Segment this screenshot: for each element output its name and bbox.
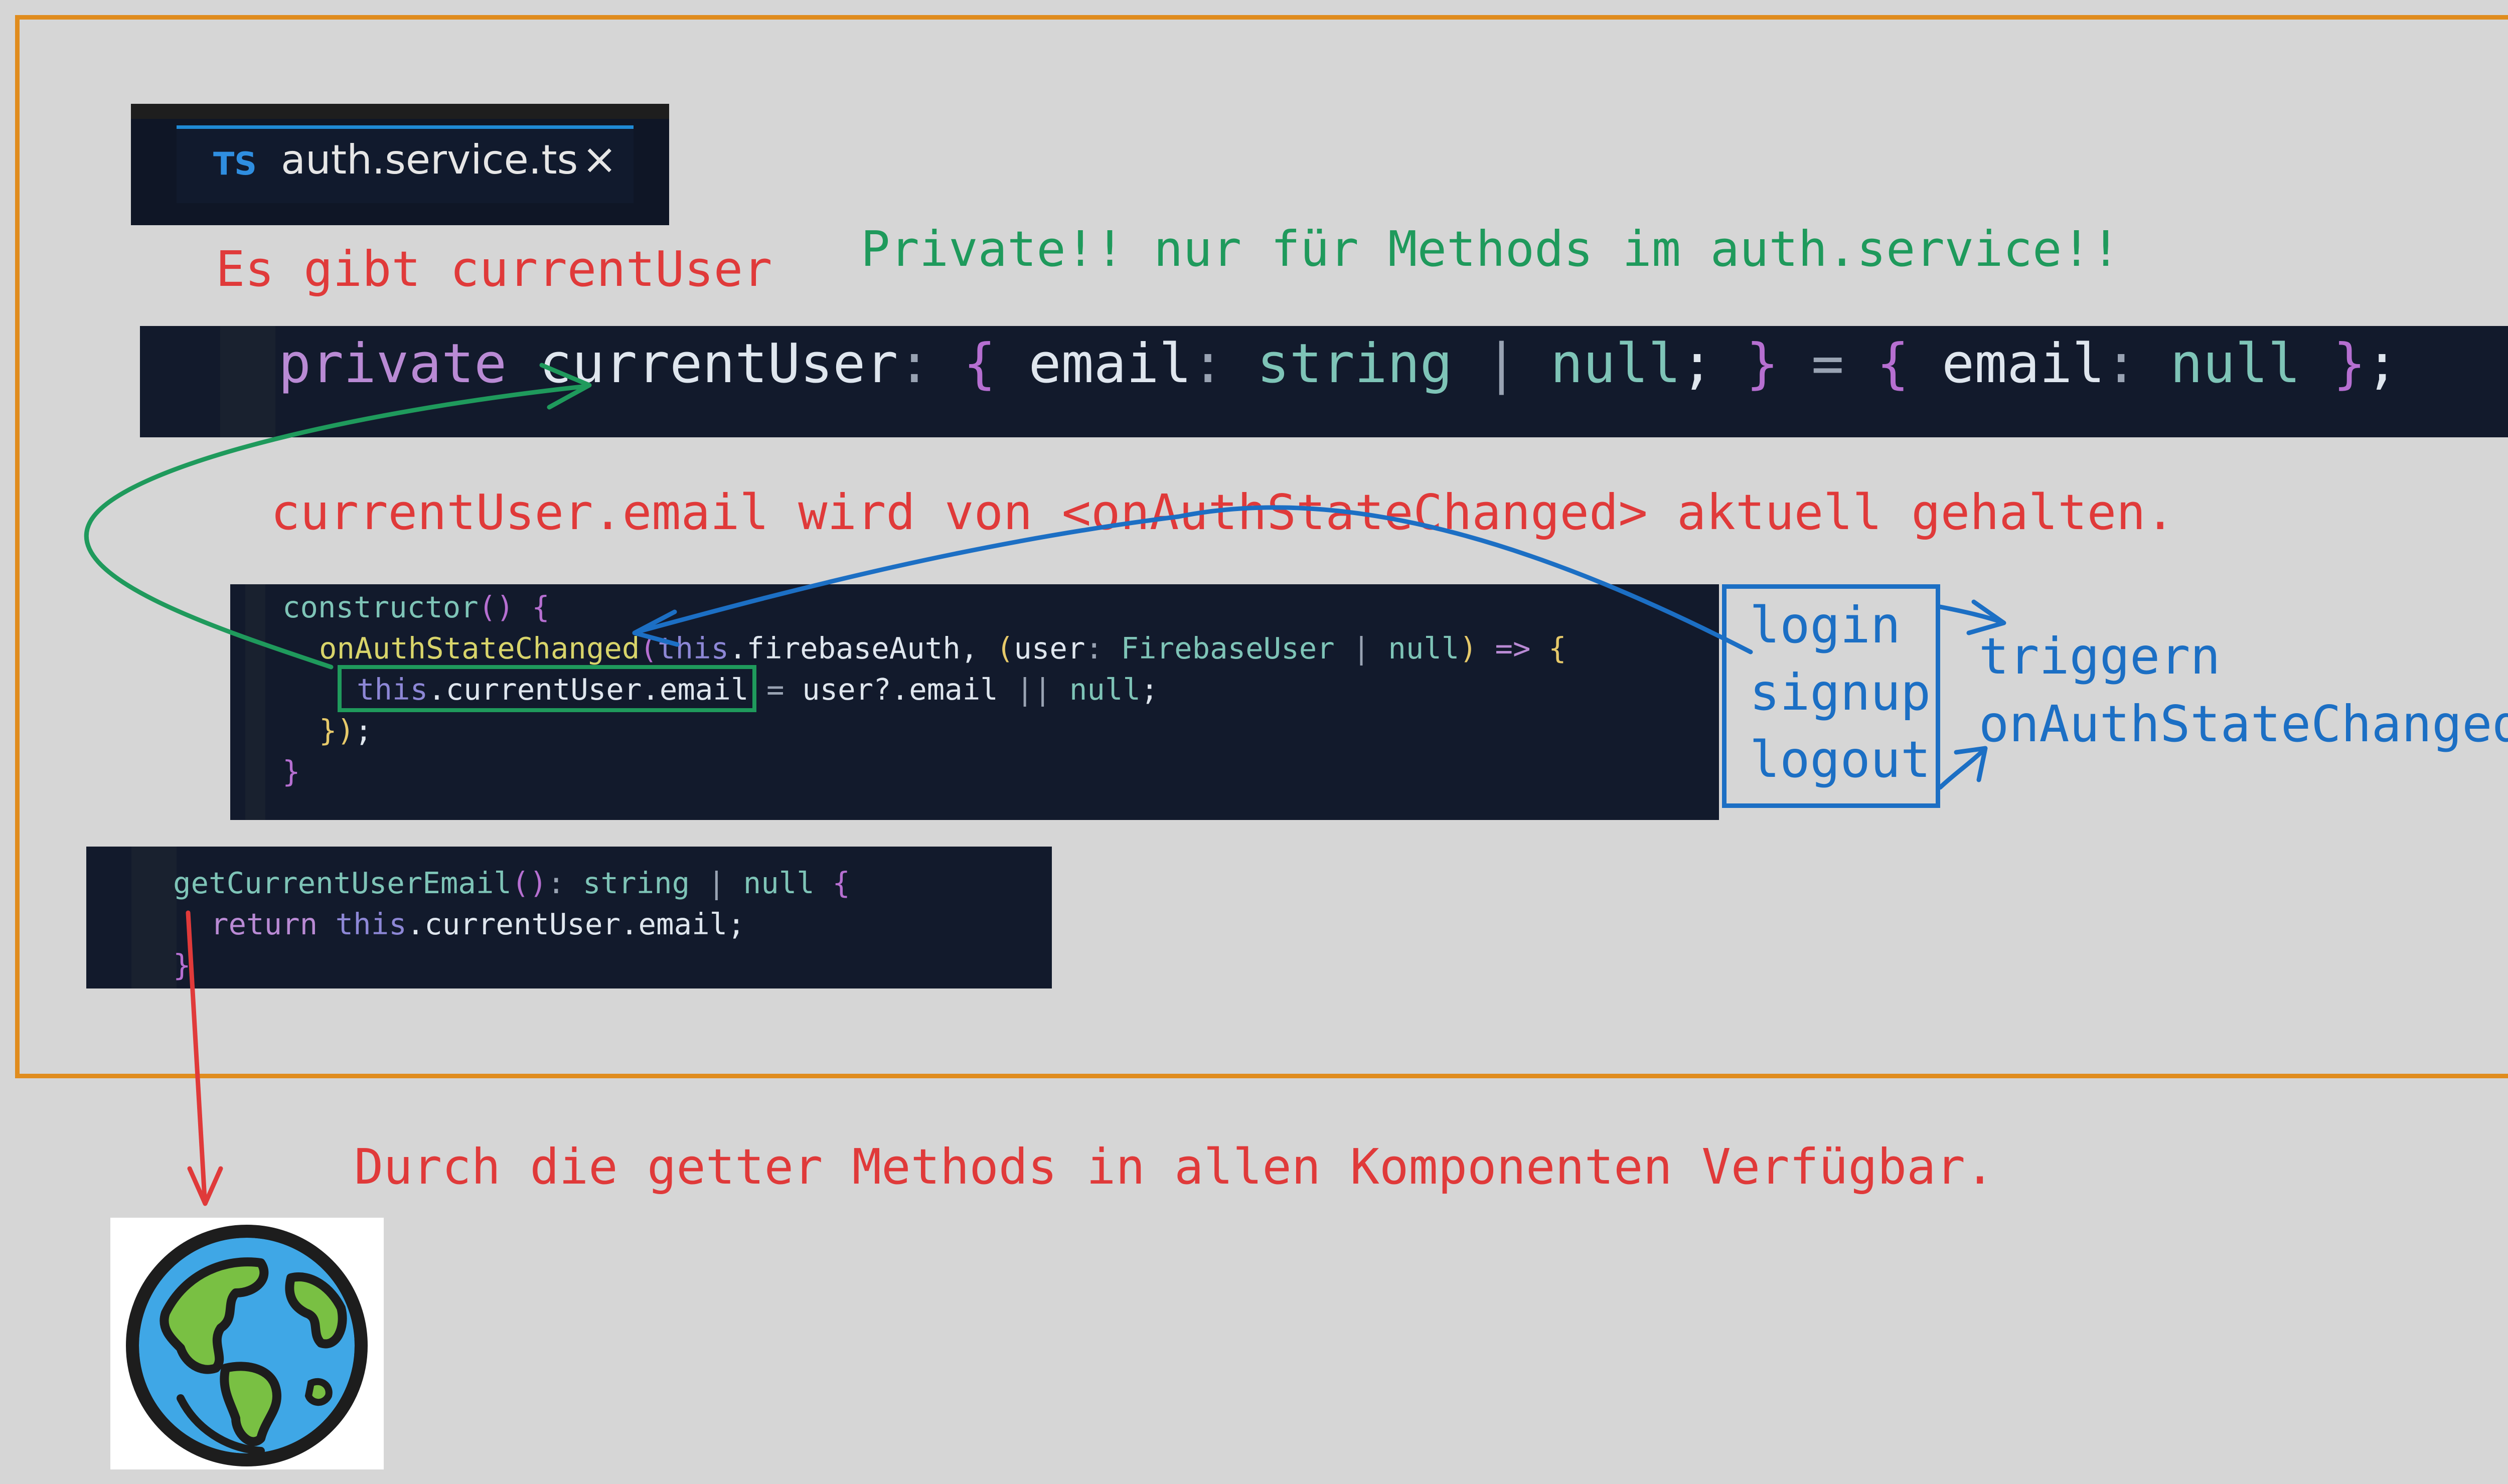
note-triggern: triggern [1979,627,2221,686]
code-token: } [173,948,191,982]
code-token: .currentUser.email; [406,907,745,941]
action-logout: logout [1750,730,1931,789]
typescript-icon: TS [213,145,257,182]
code-line-getter-close: } [173,945,191,986]
code-token: : [898,333,931,395]
email-assignment-highlight [338,665,756,712]
code-token: { [514,590,550,624]
code-token: string [583,866,690,900]
code-line-close-callback: }); [319,710,373,751]
code-token: ; [1680,333,1714,395]
code-token: FirebaseUser [1121,631,1335,666]
note-current-user: Es gibt currentUser [216,241,772,297]
action-login: login [1750,596,1901,654]
code-gutter [220,326,275,437]
code-token: null [1517,333,1681,395]
code-token: null [2137,333,2301,395]
code-token: : [547,866,583,900]
code-token: email [996,333,1192,395]
code-token: this [318,907,407,941]
code-token: | [1452,333,1518,395]
code-token: string [1224,333,1453,395]
code-token: = [748,672,803,707]
note-kept-current: currentUser.email wird von <onAuthStateC… [271,484,2175,541]
note-private: Private!! nur für Methods im auth.servic… [861,221,2121,277]
code-line-constructor: constructor() { [282,587,550,628]
globe-card [110,1218,384,1469]
code-token: : [2105,333,2138,395]
globe-icon [126,1225,368,1466]
code-token: constructor [282,590,479,624]
code-token: this [657,631,729,666]
code-token: } [2300,333,2366,395]
code-line-getter-return: return this.currentUser.email; [211,904,745,945]
code-token: } [1713,333,1779,395]
code-token: { [814,866,850,900]
close-icon[interactable]: × [582,134,617,184]
code-token: null [743,866,815,900]
code-gutter [131,847,177,988]
code-token: ; [2366,333,2399,395]
code-token: () [511,866,547,900]
code-token: }) [319,713,355,748]
code-token: ) [1459,631,1477,666]
code-token: null [1388,631,1460,666]
code-token: private [278,333,507,395]
code-token: ; [1140,672,1159,707]
code-line-getter-signature: getCurrentUserEmail(): string | null { [173,863,850,904]
code-token: = [1779,333,1844,395]
code-token: onAuthStateChanged [319,631,640,666]
code-gutter [245,584,265,820]
code-line-onauthstatechanged: onAuthStateChanged(this.firebaseAuth, (u… [319,628,1566,669]
code-line-field: private currentUser: { email: string | n… [278,329,2399,399]
code-token: ; [355,713,373,748]
code-token: | [1334,631,1388,666]
code-token: : [1191,333,1224,395]
code-token: : [1085,631,1121,666]
code-token: || [998,672,1069,707]
code-token: .firebaseAuth, [729,631,996,666]
code-token: email [1909,333,2105,395]
code-token: ( [996,631,1014,666]
code-token: user [1014,631,1085,666]
code-line-close-constructor: } [282,751,300,792]
code-token: | [690,866,743,900]
note-getter-availability: Durch die getter Methods in allen Kompon… [354,1138,1995,1195]
code-token: getCurrentUserEmail [173,866,512,900]
code-token: currentUser [507,333,898,395]
code-token: null [1069,672,1141,707]
note-onauthstatechanged: onAuthStateChanged() [1979,695,2508,753]
action-signup: signup [1750,663,1931,722]
code-token: } [282,754,300,789]
code-token: () [478,590,514,624]
code-token: => [1477,631,1549,666]
code-token: return [211,907,318,941]
tab-file-name[interactable]: auth.service.ts [281,136,578,183]
code-token: user?.email [802,672,998,707]
code-token: { [930,333,996,395]
code-token: { [1844,333,1910,395]
code-token: ( [640,631,658,666]
red-arrowhead [187,1166,223,1206]
code-token: { [1548,631,1566,666]
